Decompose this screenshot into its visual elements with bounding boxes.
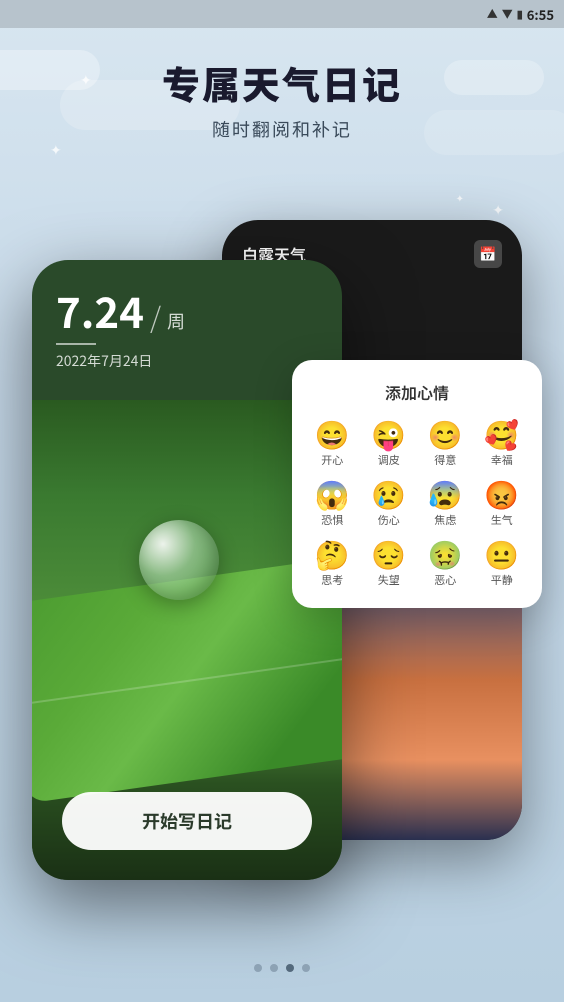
mood-label: 调皮 (378, 452, 400, 468)
page-indicators (254, 964, 310, 972)
mood-item[interactable]: 😜 调皮 (365, 420, 414, 468)
mood-item[interactable]: 😄 开心 (308, 420, 357, 468)
calendar-icon-symbol: 📅 (479, 244, 496, 264)
mood-emoji: 😐 (484, 540, 519, 568)
mood-emoji: 🤔 (315, 540, 350, 568)
calendar-icon[interactable]: 📅 (474, 240, 502, 268)
date-separator: / (150, 297, 161, 337)
mood-item[interactable]: 😢 伤心 (365, 480, 414, 528)
mood-panel: 添加心情 😄 开心 😜 调皮 😊 得意 🥰 幸福 😱 恐惧 😢 伤心 😰 焦虑 😡 生气 🤔 思考 😔 失望 🤢 恶心 😐 平… (292, 360, 542, 608)
mood-item[interactable]: 🥰 幸福 (478, 420, 527, 468)
sub-title: 随时翻阅和补记 (0, 116, 564, 142)
leaf-vein (32, 656, 342, 707)
mood-panel-title: 添加心情 (308, 380, 526, 404)
mood-emoji: 😜 (371, 420, 406, 448)
phone-mockup-container: 白露天气 📅 7.24 / 周 2022年7月24日 开始写日记 (22, 200, 542, 950)
mood-item[interactable]: 😊 得意 (421, 420, 470, 468)
mood-emoji: 😰 (428, 480, 463, 508)
mood-label: 开心 (321, 452, 343, 468)
mood-item[interactable]: 😱 恐惧 (308, 480, 357, 528)
mood-emoji: 🥰 (484, 420, 519, 448)
mood-emoji: 😢 (371, 480, 406, 508)
signal-icon: ▲ (487, 6, 498, 22)
mood-label: 失望 (378, 572, 400, 588)
mood-label: 幸福 (491, 452, 513, 468)
date-full: 2022年7月24日 (56, 351, 318, 371)
mood-emoji: 😄 (315, 420, 350, 448)
page-dot[interactable] (286, 964, 294, 972)
mood-label: 平静 (491, 572, 513, 588)
mood-item[interactable]: 🤢 恶心 (421, 540, 470, 588)
mood-grid: 😄 开心 😜 调皮 😊 得意 🥰 幸福 😱 恐惧 😢 伤心 😰 焦虑 😡 生气 🤔 思考 😔 失望 🤢 恶心 😐 平静 (308, 420, 526, 588)
mood-label: 得意 (434, 452, 456, 468)
mood-label: 思考 (321, 572, 343, 588)
date-underline (56, 343, 96, 345)
mood-label: 伤心 (378, 512, 400, 528)
status-bar: ▲ ▼ ▮ 6:55 (0, 0, 564, 28)
mood-emoji: 😡 (484, 480, 519, 508)
mood-item[interactable]: 😰 焦虑 (421, 480, 470, 528)
mood-item[interactable]: 🤔 思考 (308, 540, 357, 588)
status-right: ▲ ▼ ▮ 6:55 (487, 5, 554, 24)
page-dot[interactable] (270, 964, 278, 972)
mood-item[interactable]: 😐 平静 (478, 540, 527, 588)
page-dot[interactable] (254, 964, 262, 972)
title-area: 专属天气日记 随时翻阅和补记 (0, 60, 564, 142)
mood-label: 焦虑 (434, 512, 456, 528)
start-diary-button[interactable]: 开始写日记 (62, 792, 312, 850)
date-week: 周 (167, 308, 185, 334)
battery-icon: ▮ (517, 6, 523, 22)
water-drop (139, 520, 219, 600)
mood-item[interactable]: 😡 生气 (478, 480, 527, 528)
mood-emoji: 🤢 (428, 540, 463, 568)
main-title: 专属天气日记 (0, 60, 564, 106)
mood-emoji: 😊 (428, 420, 463, 448)
status-time: 6:55 (527, 5, 554, 24)
mood-emoji: 😱 (315, 480, 350, 508)
date-number: 7.24 (56, 290, 144, 332)
sparkle-2: ✦ (50, 140, 62, 160)
page-dot[interactable] (302, 964, 310, 972)
mood-label: 生气 (491, 512, 513, 528)
mood-item[interactable]: 😔 失望 (365, 540, 414, 588)
date-display: 7.24 / 周 (56, 290, 318, 337)
wifi-icon: ▼ (502, 6, 513, 22)
mood-label: 恶心 (434, 572, 456, 588)
mood-emoji: 😔 (371, 540, 406, 568)
mood-label: 恐惧 (321, 512, 343, 528)
